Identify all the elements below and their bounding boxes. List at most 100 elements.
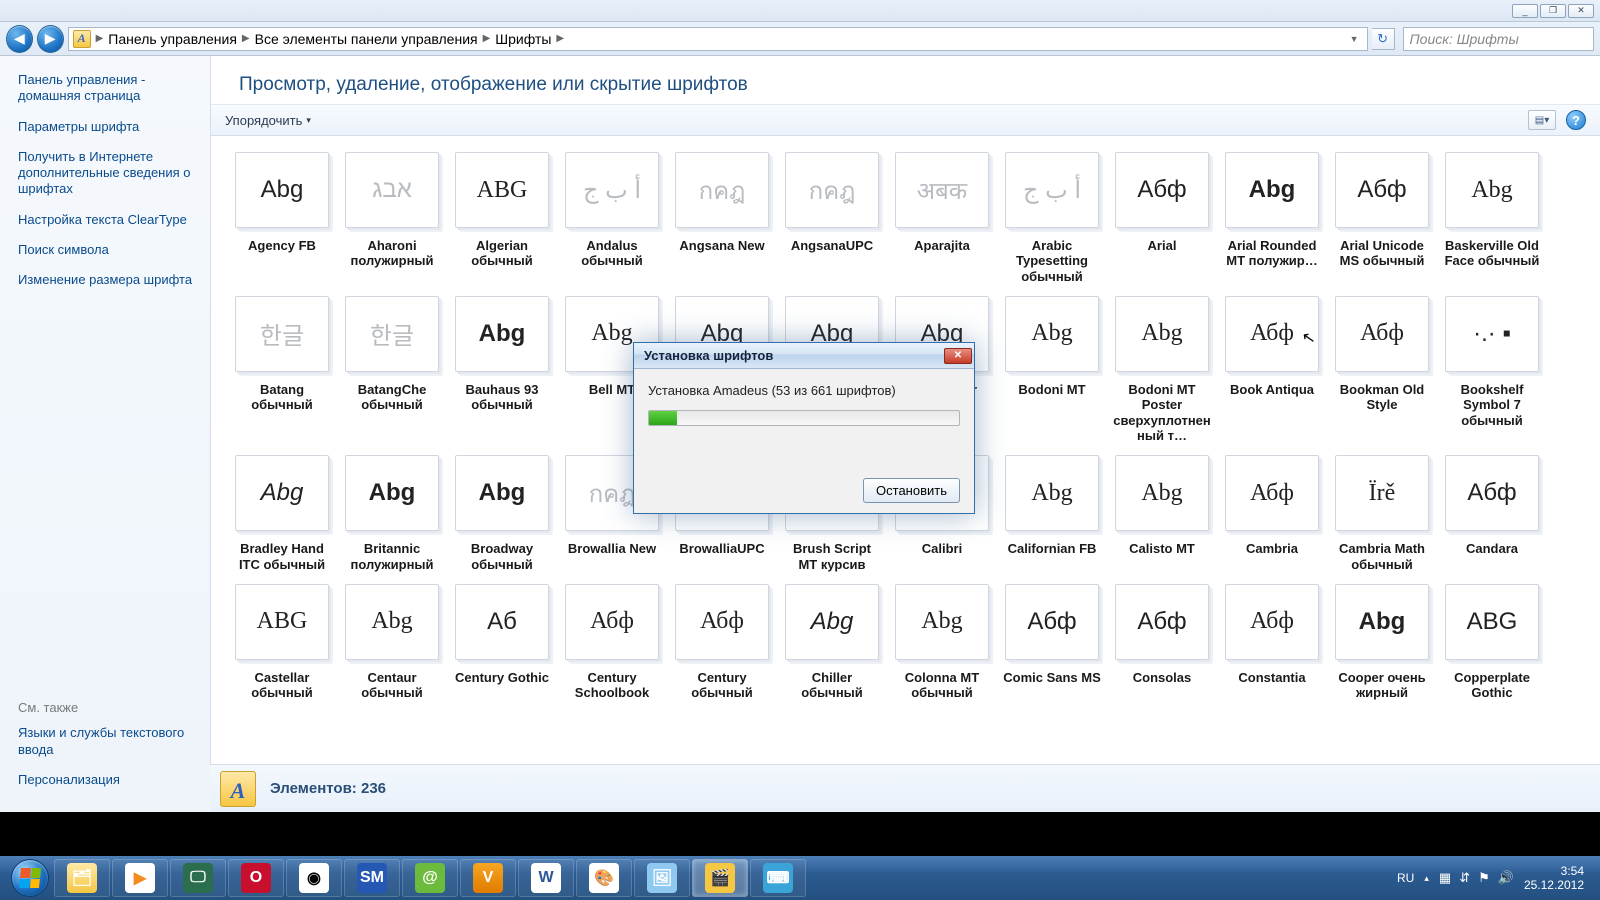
- font-item[interactable]: 한글Batang обычный: [231, 294, 333, 445]
- font-item[interactable]: АбфCentury обычный: [671, 582, 773, 703]
- tray-network-icon[interactable]: ⇵: [1459, 870, 1470, 886]
- tray-icons[interactable]: ▦ ⇵ ⚑ 🔊: [1439, 870, 1514, 886]
- taskbar-clock[interactable]: 3:54 25.12.2012: [1524, 864, 1584, 893]
- crumb-control-panel[interactable]: Панель управления: [108, 31, 237, 47]
- font-item[interactable]: AbgBodoni MT: [1001, 294, 1103, 445]
- font-item[interactable]: AbgColonna MT обычный: [891, 582, 993, 703]
- font-item[interactable]: АбфBook Antiqua: [1221, 294, 1323, 445]
- close-button[interactable]: ✕: [1568, 4, 1594, 18]
- refresh-button[interactable]: ↻: [1372, 28, 1395, 50]
- taskbar-chrome[interactable]: ◉: [286, 859, 342, 897]
- sidebar-link-personalization[interactable]: Персонализация: [18, 772, 120, 787]
- start-button[interactable]: [6, 858, 54, 898]
- font-item[interactable]: AbgCooper очень жирный: [1331, 582, 1433, 703]
- font-item[interactable]: أ ب جAndalus обычный: [561, 150, 663, 286]
- crumb-sep: ▶: [93, 33, 107, 44]
- font-item[interactable]: АбфArial Unicode MS обычный: [1331, 150, 1433, 286]
- font-item[interactable]: АбфCandara: [1441, 453, 1543, 574]
- taskbar-mail[interactable]: @: [402, 859, 458, 897]
- font-item[interactable]: АбфCentury Schoolbook: [561, 582, 663, 703]
- font-item[interactable]: АбфConsolas: [1111, 582, 1213, 703]
- sidebar-link-online-info[interactable]: Получить в Интернете дополнительные свед…: [18, 149, 191, 197]
- tray-flag-icon[interactable]: ▦: [1439, 870, 1451, 886]
- sidebar-link-find-char[interactable]: Поиск символа: [18, 242, 109, 257]
- font-item[interactable]: AbgBaskerville Old Face обычный: [1441, 150, 1543, 286]
- window-chrome: _ ❐ ✕: [0, 0, 1600, 22]
- font-label: Century обычный: [673, 670, 771, 701]
- taskbar-app-2[interactable]: SM: [344, 859, 400, 897]
- breadcrumb-dropdown[interactable]: ▼: [1346, 34, 1363, 44]
- crumb-fonts[interactable]: Шрифты: [495, 31, 551, 47]
- taskbar-app-1[interactable]: 🖵: [170, 859, 226, 897]
- font-item[interactable]: ABGCastellar обычный: [231, 582, 333, 703]
- font-item[interactable]: AbgBauhaus 93 обычный: [451, 294, 553, 445]
- maximize-button[interactable]: ❐: [1540, 4, 1566, 18]
- view-button[interactable]: ▤▾: [1528, 110, 1556, 130]
- help-button[interactable]: ?: [1566, 110, 1586, 130]
- taskbar-paint[interactable]: 🎨: [576, 859, 632, 897]
- minimize-button[interactable]: _: [1512, 4, 1538, 18]
- tray-lang[interactable]: RU: [1397, 871, 1414, 885]
- font-item[interactable]: AbgBroadway обычный: [451, 453, 553, 574]
- font-label: Calisto MT: [1129, 541, 1195, 556]
- page-title: Просмотр, удаление, отображение или скры…: [239, 74, 1572, 96]
- taskbar-explorer[interactable]: 🗂: [54, 859, 110, 897]
- font-item[interactable]: АбфComic Sans MS: [1001, 582, 1103, 703]
- search-input[interactable]: Поиск: Шрифты: [1403, 27, 1594, 51]
- font-item[interactable]: AbgArial Rounded MT полужир…: [1221, 150, 1323, 286]
- back-button[interactable]: ◀: [6, 25, 33, 53]
- sidebar-link-font-settings[interactable]: Параметры шрифта: [18, 119, 139, 134]
- font-preview: Abg: [1115, 455, 1209, 531]
- font-item[interactable]: ÏrěCambria Math обычный: [1331, 453, 1433, 574]
- font-label: BrowalliaUPC: [679, 541, 764, 556]
- font-preview: Abg: [785, 584, 879, 660]
- dialog-titlebar[interactable]: Установка шрифтов ✕: [634, 343, 974, 369]
- sidebar-link-font-size[interactable]: Изменение размера шрифта: [18, 272, 192, 287]
- font-item[interactable]: AbgChiller обычный: [781, 582, 883, 703]
- font-item[interactable]: กคฎAngsanaUPC: [781, 150, 883, 286]
- font-item[interactable]: АбCentury Gothic: [451, 582, 553, 703]
- font-label: Century Schoolbook: [563, 670, 661, 701]
- taskbar-media-player[interactable]: ▶: [112, 859, 168, 897]
- crumb-all-items[interactable]: Все элементы панели управления: [255, 31, 478, 47]
- font-item[interactable]: AbgBritannic полужирный: [341, 453, 443, 574]
- font-item[interactable]: АбфBookman Old Style: [1331, 294, 1433, 445]
- fonts-folder-icon: [73, 30, 91, 48]
- font-item[interactable]: 한글BatangChe обычный: [341, 294, 443, 445]
- tray-action-icon[interactable]: ⚑: [1478, 870, 1490, 886]
- font-label: Arial Unicode MS обычный: [1333, 238, 1431, 269]
- taskbar-app-4[interactable]: 🎬: [692, 859, 748, 897]
- font-item[interactable]: अबकAparajita: [891, 150, 993, 286]
- taskbar-app-5[interactable]: ⌨: [750, 859, 806, 897]
- font-item[interactable]: אבגAharoni полужирный: [341, 150, 443, 286]
- font-item[interactable]: АбфArial: [1111, 150, 1213, 286]
- breadcrumb[interactable]: ▶ Панель управления ▶ Все элементы панел…: [68, 27, 1368, 51]
- sidebar-link-text-services[interactable]: Языки и службы текстового ввода: [18, 725, 184, 756]
- font-preview: Абф: [1115, 584, 1209, 660]
- font-item[interactable]: กคฎAngsana New: [671, 150, 773, 286]
- font-item[interactable]: АбфConstantia: [1221, 582, 1323, 703]
- font-item[interactable]: AbgBodoni MT Poster сверхуплотненный т…: [1111, 294, 1213, 445]
- font-item[interactable]: AbgAgency FB: [231, 150, 333, 286]
- sidebar-home[interactable]: Панель управления - домашняя страница: [18, 72, 145, 103]
- font-item[interactable]: АбфCambria: [1221, 453, 1323, 574]
- font-item[interactable]: AbgBradley Hand ITC обычный: [231, 453, 333, 574]
- font-item[interactable]: AbgCalifornian FB: [1001, 453, 1103, 574]
- font-item[interactable]: ·.· ▪Bookshelf Symbol 7 обычный: [1441, 294, 1543, 445]
- system-tray[interactable]: RU ▴ ▦ ⇵ ⚑ 🔊 3:54 25.12.2012: [1397, 864, 1594, 893]
- forward-button[interactable]: ▶: [37, 25, 64, 53]
- taskbar-photos[interactable]: 🖼: [634, 859, 690, 897]
- taskbar-opera[interactable]: O: [228, 859, 284, 897]
- dialog-close-button[interactable]: ✕: [944, 348, 972, 364]
- font-item[interactable]: ABGCopperplate Gothic: [1441, 582, 1543, 703]
- organize-button[interactable]: Упорядочить▾: [225, 113, 311, 128]
- font-item[interactable]: AbgCentaur обычный: [341, 582, 443, 703]
- font-item[interactable]: Abg Calisto MT: [1111, 453, 1213, 574]
- stop-button[interactable]: Остановить: [863, 478, 960, 503]
- taskbar-app-3[interactable]: V: [460, 859, 516, 897]
- taskbar-word[interactable]: W: [518, 859, 574, 897]
- font-item[interactable]: أ ب جArabic Typesetting обычный: [1001, 150, 1103, 286]
- sidebar-link-cleartype[interactable]: Настройка текста ClearType: [18, 212, 187, 227]
- tray-volume-icon[interactable]: 🔊: [1498, 870, 1514, 886]
- font-item[interactable]: ABGAlgerian обычный: [451, 150, 553, 286]
